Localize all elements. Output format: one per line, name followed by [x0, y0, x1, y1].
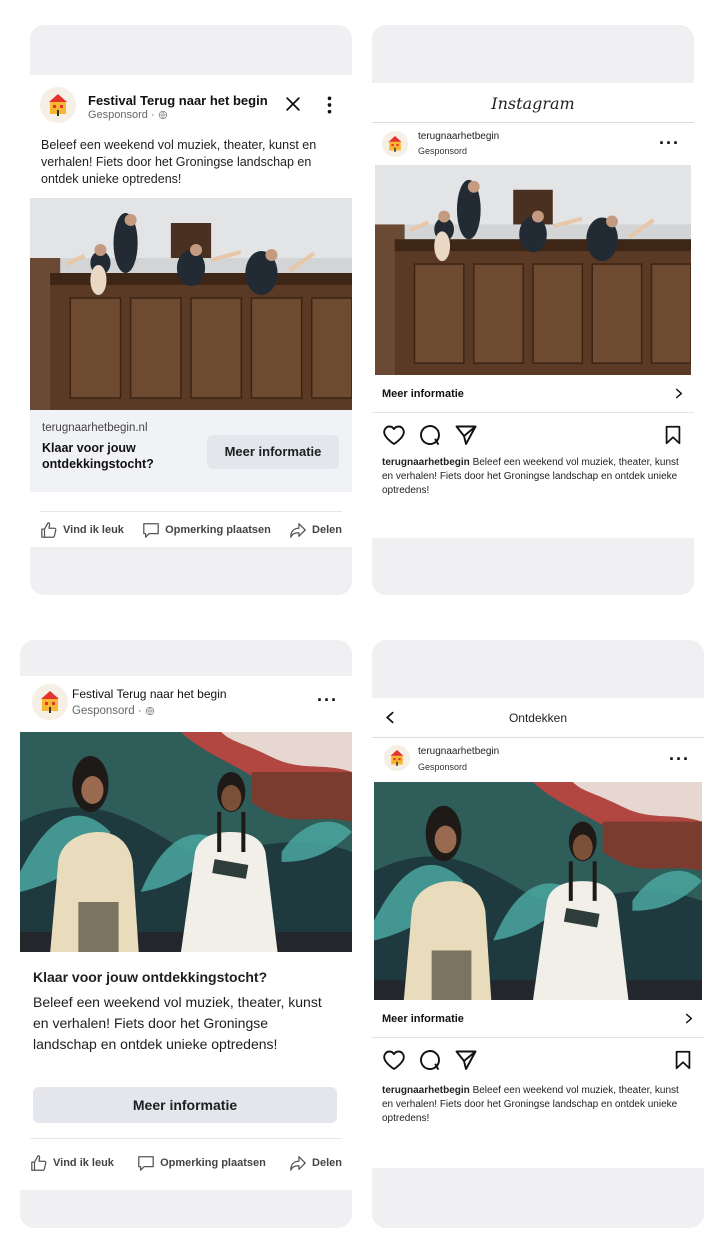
comment-label: Opmerking plaatsen [165, 523, 271, 536]
instagram-logo: Instagram [491, 94, 575, 113]
post-actions: Vind ik leuk Opmerking plaatsen Delen [40, 511, 342, 547]
post-headline: Klaar voor jouw ontdekkingstocht? [33, 969, 268, 985]
like-button[interactable]: Vind ik leuk [40, 521, 124, 539]
facebook-feed-mockup-2: Festival Terug naar het begin Gesponsord… [20, 640, 352, 1228]
logo-icon[interactable] [40, 87, 76, 123]
instagram-header: Instagram [372, 83, 694, 123]
username[interactable]: terugnaarhetbegin [418, 746, 499, 757]
link-preview[interactable]: terugnaarhetbegin.nl Klaar voor jouw ont… [30, 410, 352, 492]
post-actions: Vind ik leuk Opmerking plaatsen Delen [30, 1138, 342, 1186]
like-icon [40, 521, 58, 539]
more-info-label: Meer informatie [382, 387, 464, 400]
sponsored-label: Gesponsord [418, 762, 468, 772]
post-image-two-performers[interactable] [20, 732, 352, 952]
instagram-feed-mockup: Instagram terugnaarhetbegin Gesponsord ·… [372, 25, 694, 595]
more-info-bar[interactable]: Meer informatie [372, 375, 694, 413]
instagram-explore-mockup: Ontdekken terugnaarhetbegin Gesponsord ·… [372, 640, 704, 1228]
post-body-text: Beleef een weekend vol muziek, theater, … [33, 994, 322, 1052]
more-icon[interactable]: ··· [317, 690, 338, 711]
globe-icon [158, 110, 168, 120]
post-image-two-performers[interactable] [374, 782, 702, 1000]
bookmark-icon[interactable] [672, 1048, 694, 1072]
username[interactable]: terugnaarhetbegin [418, 131, 499, 142]
bookmark-icon[interactable] [662, 423, 684, 447]
logo-icon[interactable] [32, 684, 68, 720]
link-url: terugnaarhetbegin.nl [42, 422, 148, 434]
explore-header: Ontdekken [372, 698, 704, 738]
engagement-icons [382, 423, 684, 449]
share-label: Delen [312, 523, 342, 536]
logo-icon[interactable] [382, 131, 408, 157]
post-caption: terugnaarhetbegin Beleef een weekend vol… [382, 456, 684, 498]
share-icon [289, 1154, 307, 1172]
caption-username[interactable]: terugnaarhetbegin [382, 457, 470, 468]
heart-icon[interactable] [382, 1048, 406, 1072]
more-icon[interactable]: ··· [669, 749, 690, 770]
sponsored-label: Gesponsord [418, 146, 468, 156]
comment-label: Opmerking plaatsen [160, 1156, 266, 1169]
sponsored-text: Gesponsord · [88, 109, 155, 121]
like-button[interactable]: Vind ik leuk [30, 1154, 114, 1172]
post-header: Festival Terug naar het begin Gesponsord… [30, 75, 352, 133]
search-icon[interactable] [418, 1048, 442, 1072]
like-icon [30, 1154, 48, 1172]
facebook-feed-mockup: Festival Terug naar het begin Gesponsord… [30, 25, 352, 595]
send-icon[interactable] [454, 423, 478, 447]
page-name[interactable]: Festival Terug naar het begin [88, 93, 268, 108]
more-icon[interactable] [327, 95, 332, 120]
more-info-bar[interactable]: Meer informatie [372, 1000, 704, 1038]
share-button[interactable]: Delen [289, 521, 342, 539]
heart-icon[interactable] [382, 423, 406, 447]
comment-button[interactable]: Opmerking plaatsen [142, 521, 271, 539]
comment-icon [137, 1154, 155, 1172]
post-body-text: Beleef een weekend vol muziek, theater, … [41, 138, 317, 186]
instagram-post-card: Instagram terugnaarhetbegin Gesponsord ·… [372, 83, 694, 538]
sponsored-text: Gesponsord · [72, 705, 142, 717]
instagram-post-card: Ontdekken terugnaarhetbegin Gesponsord ·… [372, 698, 704, 1168]
post-image-performers-on-balcony[interactable] [375, 165, 691, 375]
comment-icon [142, 521, 160, 539]
post-image-performers-on-balcony[interactable] [30, 198, 352, 410]
sponsored-label: Gesponsord · [72, 705, 155, 717]
like-label: Vind ik leuk [63, 523, 124, 536]
post-caption: terugnaarhetbegin Beleef een weekend vol… [382, 1084, 687, 1126]
share-button[interactable]: Delen [289, 1154, 342, 1172]
chevron-right-icon [683, 1013, 694, 1024]
facebook-post-card: Festival Terug naar het begin Gesponsord… [20, 676, 352, 1190]
more-info-button[interactable]: Meer informatie [207, 435, 339, 469]
like-label: Vind ik leuk [53, 1156, 114, 1169]
facebook-post-card: Festival Terug naar het begin Gesponsord… [30, 75, 352, 547]
comment-button[interactable]: Opmerking plaatsen [137, 1154, 266, 1172]
close-icon[interactable] [286, 97, 300, 116]
sponsored-label: Gesponsord · [88, 109, 168, 121]
send-icon[interactable] [454, 1048, 478, 1072]
chevron-right-icon [673, 388, 684, 399]
more-info-button[interactable]: Meer informatie [33, 1087, 337, 1123]
page-name[interactable]: Festival Terug naar het begin [72, 687, 227, 701]
share-icon [289, 521, 307, 539]
search-icon[interactable] [418, 423, 442, 447]
more-icon[interactable]: ··· [659, 133, 680, 154]
explore-title: Ontdekken [508, 711, 568, 725]
more-info-label: Meer informatie [382, 1012, 464, 1025]
share-label: Delen [312, 1156, 342, 1169]
globe-icon [145, 706, 155, 716]
logo-icon[interactable] [384, 745, 410, 771]
link-headline: Klaar voor jouw ontdekkingstocht? [42, 441, 154, 471]
engagement-icons [382, 1048, 694, 1074]
caption-username[interactable]: terugnaarhetbegin [382, 1085, 470, 1096]
